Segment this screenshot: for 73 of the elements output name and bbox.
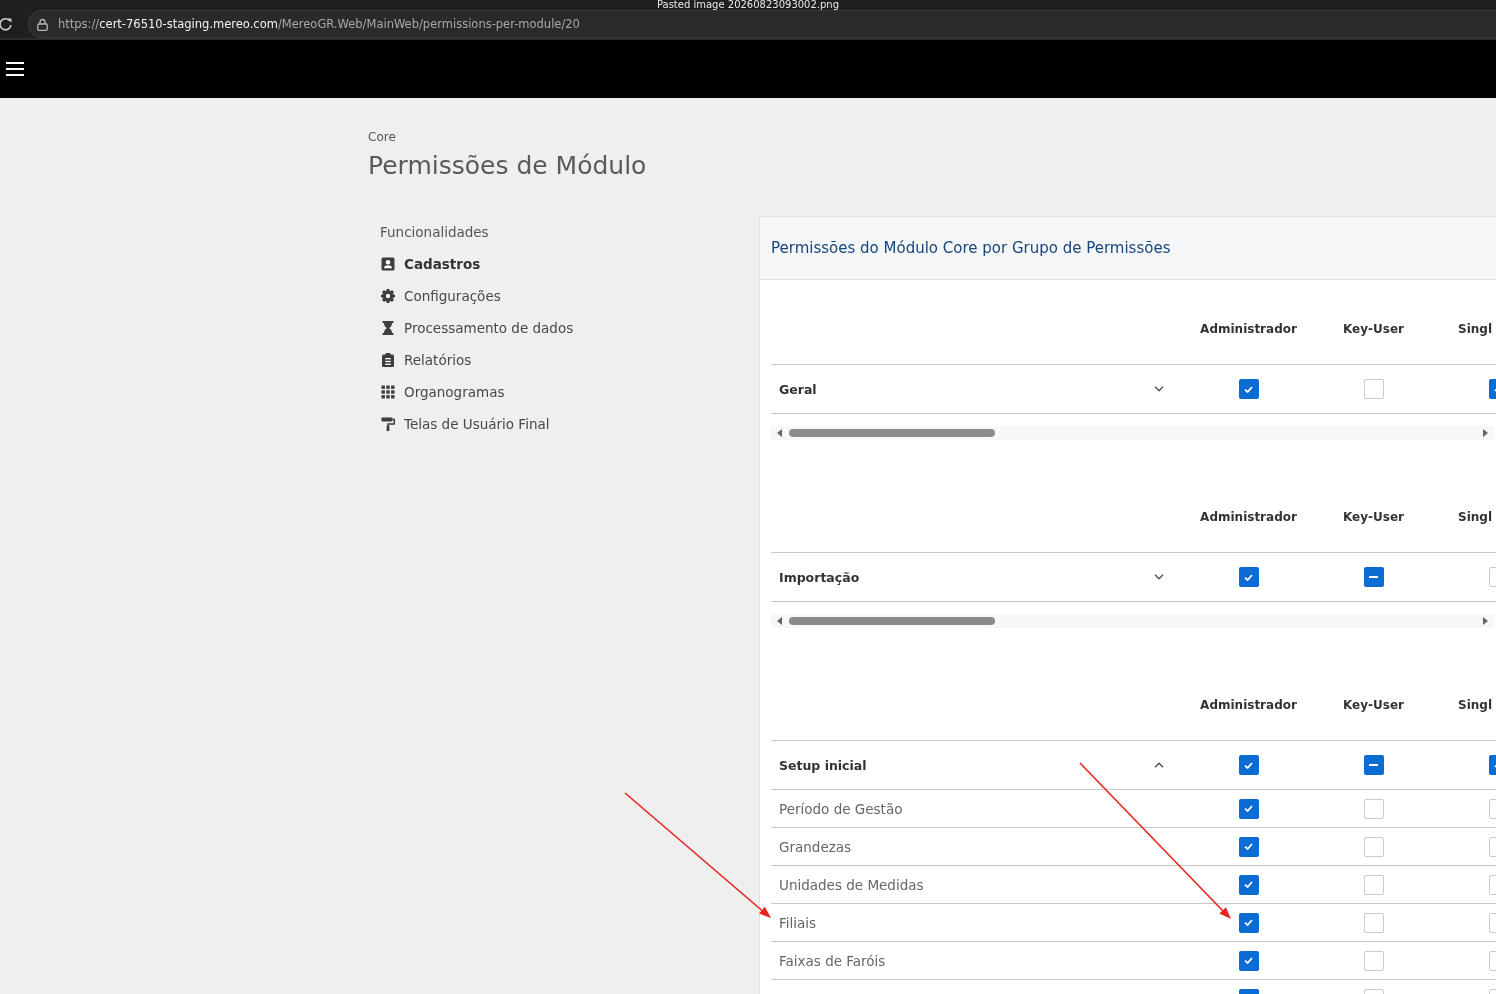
horizontal-scrollbar[interactable] [771, 426, 1494, 440]
permission-name: Período de Gestão [779, 800, 903, 817]
permission-name: Filiais [779, 914, 817, 931]
column-header: Administrador [1200, 321, 1297, 336]
address-bar[interactable]: https://cert-76510-staging.mereo.com/MereoGR.Web/MainWeb/permissions-per-module/20 [28, 10, 1496, 38]
permission-name: Faixas de Faróis [779, 952, 886, 969]
checkbox[interactable] [1363, 950, 1384, 971]
menu-icon[interactable] [6, 62, 24, 76]
reload-icon[interactable] [0, 17, 12, 31]
lock-icon [37, 17, 48, 31]
group-name: Geral [779, 381, 817, 397]
chevron-down-icon[interactable] [1154, 574, 1164, 580]
grid-icon [381, 385, 395, 399]
checkbox[interactable] [1238, 798, 1259, 819]
column-header: Key-User [1343, 697, 1404, 712]
hourglass-icon [381, 321, 395, 335]
checkbox[interactable] [1363, 755, 1384, 775]
column-header: Singl [1457, 697, 1492, 712]
gear-icon [381, 289, 395, 303]
checkbox[interactable] [1238, 379, 1259, 399]
group-name: Importação [779, 569, 860, 585]
checkbox[interactable] [1238, 912, 1259, 933]
scroll-left-icon[interactable] [777, 617, 782, 625]
checkbox[interactable] [1238, 950, 1259, 971]
panel-title: Permissões do Módulo Core por Grupo de Permissões [771, 239, 1171, 257]
checkbox[interactable] [1363, 874, 1384, 895]
check-icon [1244, 573, 1253, 581]
check-icon [1244, 843, 1253, 850]
checkbox[interactable] [1238, 874, 1259, 895]
checkbox[interactable] [1363, 912, 1384, 933]
chevron-up-icon[interactable] [1154, 762, 1164, 768]
check-icon [1244, 919, 1253, 926]
checkbox[interactable] [1238, 755, 1259, 775]
scroll-left-icon[interactable] [777, 429, 782, 437]
column-header: Singl [1457, 509, 1492, 524]
column-header: Administrador [1200, 509, 1297, 524]
check-icon [1244, 385, 1253, 393]
checkbox[interactable] [1238, 567, 1259, 587]
scroll-right-icon[interactable] [1483, 429, 1488, 437]
check-icon [1244, 957, 1253, 964]
sidebar-item[interactable]: Organogramas [380, 376, 505, 408]
permission-name: Grandezas [779, 838, 852, 855]
checkbox[interactable] [1238, 836, 1259, 857]
user-card-icon [381, 257, 395, 271]
sidebar-item[interactable]: Processamento de dados [380, 312, 574, 344]
horizontal-scrollbar[interactable] [771, 614, 1494, 628]
clipboard-icon [381, 353, 395, 367]
column-header: Singl [1457, 321, 1492, 336]
paint-roller-icon [381, 417, 395, 431]
check-icon [1244, 881, 1253, 888]
scrollbar-thumb[interactable] [789, 429, 995, 437]
sidebar-item[interactable]: Relatórios [380, 344, 472, 376]
checkbox[interactable] [1363, 567, 1384, 587]
group-name: Setup inicial [779, 757, 867, 773]
sidebar-heading: Funcionalidades [380, 223, 489, 241]
check-icon [1244, 805, 1253, 812]
column-header: Key-User [1343, 509, 1404, 524]
checkbox[interactable] [1363, 836, 1384, 857]
check-icon [1244, 761, 1253, 769]
window-title: Pasted image 20260823093002.png [656, 0, 840, 10]
scroll-right-icon[interactable] [1483, 617, 1488, 625]
column-header: Administrador [1200, 697, 1297, 712]
scrollbar-thumb[interactable] [789, 617, 995, 625]
page-title: Permissões de Módulo [368, 150, 647, 182]
sidebar-item[interactable]: Telas de Usuário Final [380, 408, 550, 440]
checkbox[interactable] [1363, 798, 1384, 819]
sidebar-item[interactable]: Configurações [380, 280, 501, 312]
checkbox[interactable] [1363, 379, 1384, 399]
sidebar-item[interactable]: Cadastros [380, 248, 481, 280]
permission-name: Unidades de Medidas [779, 876, 924, 893]
chevron-down-icon[interactable] [1154, 386, 1164, 392]
column-header: Key-User [1343, 321, 1404, 336]
breadcrumb[interactable]: Core [368, 129, 396, 145]
